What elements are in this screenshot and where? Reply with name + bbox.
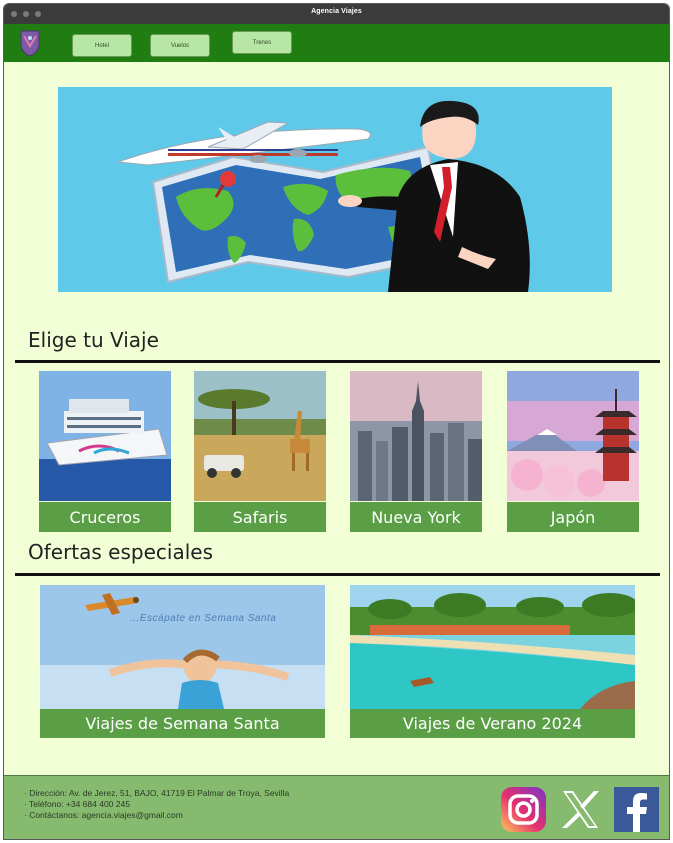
browser-window: Agencia Viajes Hotel Vuelos Trenes Elige… xyxy=(3,3,670,840)
title-bar: Agencia Viajes xyxy=(4,4,669,24)
offer-card-summer[interactable]: Viajes de Verano 2024 xyxy=(350,585,635,738)
destination-label: Cruceros xyxy=(39,502,171,532)
destination-card-cruises[interactable]: Cruceros xyxy=(39,371,171,532)
nav-trains-button[interactable]: Trenes xyxy=(232,31,292,54)
destination-card-new-york[interactable]: Nueva York xyxy=(350,371,482,532)
offer-card-easter[interactable]: ...Escápate en Semana Santa Viajes de Se… xyxy=(40,585,325,738)
hero-banner xyxy=(58,87,612,292)
travel-map-illustration xyxy=(117,100,530,292)
easter-offer-slogan: ...Escápate en Semana Santa xyxy=(130,613,277,624)
offer-label: Viajes de Semana Santa xyxy=(40,709,325,738)
window-title: Agencia Viajes xyxy=(311,8,362,15)
instagram-icon[interactable] xyxy=(501,787,546,832)
footer-phone: · Teléfono: +34 684 400 245 xyxy=(24,799,130,809)
section-divider xyxy=(15,573,660,576)
easter-offer-image xyxy=(40,585,325,709)
destination-label: Nueva York xyxy=(350,502,482,532)
safari-image xyxy=(194,371,326,501)
footer-email[interactable]: · Contáctanos: agencia.viajes@gmail.com xyxy=(24,810,289,821)
navbar: Hotel Vuelos Trenes xyxy=(4,24,669,62)
footer: · Dirección: Av. de Jerez, 51, BAJO, 417… xyxy=(4,775,669,839)
destination-label: Safaris xyxy=(194,502,326,532)
nav-hotel-button[interactable]: Hotel xyxy=(72,34,132,57)
agency-logo[interactable] xyxy=(18,28,42,58)
section-divider xyxy=(15,360,660,363)
section-title-offers: Ofertas especiales xyxy=(28,540,213,564)
x-icon[interactable] xyxy=(558,787,603,832)
footer-address: · Dirección: Av. de Jerez, 51, BAJO, 417… xyxy=(24,788,290,798)
destination-label: Japón xyxy=(507,502,639,532)
summer-offer-image xyxy=(350,585,635,709)
new-york-image xyxy=(350,371,482,501)
section-title-choose: Elige tu Viaje xyxy=(28,328,159,352)
cruise-image xyxy=(39,371,171,501)
destination-card-safaris[interactable]: Safaris xyxy=(194,371,326,532)
facebook-icon[interactable] xyxy=(614,787,659,832)
destination-card-japan[interactable]: Japón xyxy=(507,371,639,532)
nav-flights-button[interactable]: Vuelos xyxy=(150,34,210,57)
japan-image xyxy=(507,371,639,501)
offer-label: Viajes de Verano 2024 xyxy=(350,709,635,738)
contact-info: · Dirección: Av. de Jerez, 51, BAJO, 417… xyxy=(24,788,289,821)
